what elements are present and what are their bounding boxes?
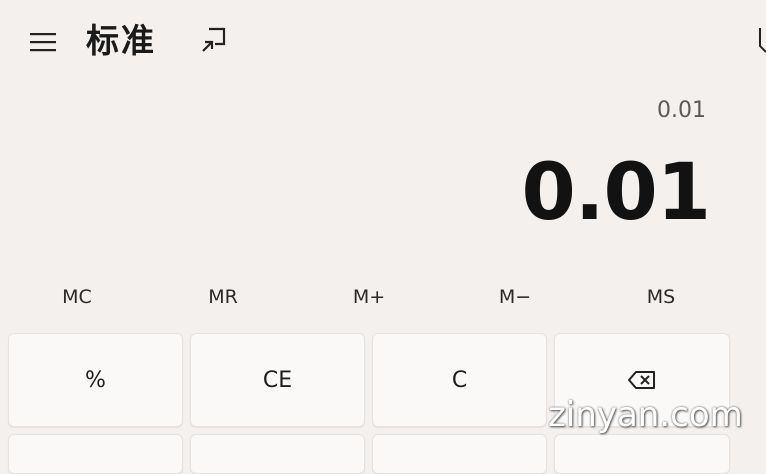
history-icon — [759, 28, 766, 53]
keep-on-top-icon — [202, 27, 226, 52]
backspace-button[interactable] — [554, 333, 730, 427]
memory-store-button[interactable]: MS — [588, 276, 734, 318]
menu-button[interactable] — [20, 22, 66, 62]
keypad-key[interactable] — [372, 434, 547, 474]
memory-subtract-button[interactable]: M− — [442, 276, 588, 318]
mode-title: 标准 — [86, 21, 156, 60]
history-button[interactable] — [758, 20, 766, 60]
memory-clear-button[interactable]: MC — [4, 276, 150, 318]
keep-on-top-button[interactable] — [192, 20, 236, 60]
result-display: 0.01 — [521, 148, 711, 238]
keypad-key[interactable] — [190, 434, 365, 474]
clear-entry-button[interactable]: CE — [190, 333, 365, 427]
keypad-key[interactable] — [8, 434, 183, 474]
keypad-key[interactable] — [554, 434, 730, 474]
calculator-app: 标准 0.01 0.01 MC MR M+ M− MS % CE C zinya… — [0, 0, 766, 474]
memory-recall-button[interactable]: MR — [150, 276, 296, 318]
memory-add-button[interactable]: M+ — [296, 276, 442, 318]
percent-button[interactable]: % — [8, 333, 183, 427]
backspace-icon — [628, 371, 655, 389]
clear-button[interactable]: C — [372, 333, 547, 427]
expression-display: 0.01 — [657, 98, 706, 123]
hamburger-menu-icon — [30, 33, 56, 52]
memory-row: MC MR M+ M− MS — [4, 276, 734, 318]
